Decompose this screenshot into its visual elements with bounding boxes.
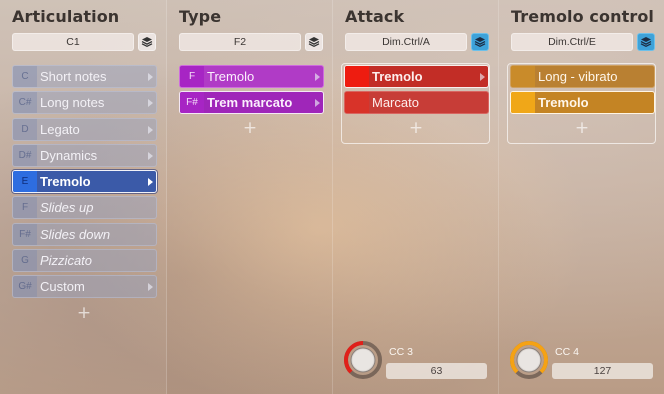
tremolo-control-cc-label: CC 4 <box>555 346 579 358</box>
color-swatch <box>345 92 369 114</box>
articulation-item-legato[interactable]: D Legato <box>12 117 157 141</box>
add-attack-plus-icon[interactable]: + <box>408 120 424 137</box>
attack-item-label: Tremolo <box>372 69 423 84</box>
articulation-column: Articulation C1 C Short notes C# Long no… <box>0 0 167 394</box>
attack-item-label: Marcato <box>372 95 419 111</box>
chevron-right-icon[interactable] <box>148 283 153 292</box>
articulation-layers-button[interactable] <box>138 33 156 51</box>
note-swatch: C# <box>13 92 37 114</box>
articulation-item-label: Pizzicato <box>40 253 93 269</box>
tremolo-control-item-label: Tremolo <box>538 95 589 111</box>
tremolo-control-list: Long - vibrato Tremolo <box>510 65 655 118</box>
tremolo-control-column: Tremolo control Dim.Ctrl/E Long - vibrat… <box>499 0 664 394</box>
chevron-right-icon[interactable] <box>315 99 320 108</box>
color-swatch <box>511 66 535 87</box>
articulation-item-dynamics[interactable]: D# Dynamics <box>12 143 157 167</box>
note-swatch: G <box>13 250 37 272</box>
tremolo-control-item-long-vibrato[interactable]: Long - vibrato <box>510 65 655 88</box>
articulation-item-slides-down[interactable]: F# Slides down <box>12 222 157 246</box>
chevron-right-icon[interactable] <box>148 125 153 134</box>
note-swatch: F# <box>13 223 37 245</box>
note-swatch: C <box>13 66 37 87</box>
chevron-right-icon[interactable] <box>315 73 320 81</box>
articulation-item-label: Legato <box>40 121 80 137</box>
articulation-list: C Short notes C# Long notes D Legato D# … <box>12 65 157 302</box>
attack-key-field[interactable]: Dim.Ctrl/A <box>345 33 467 51</box>
tremolo-control-title: Tremolo control <box>511 7 654 26</box>
chevron-right-icon[interactable] <box>148 73 153 81</box>
layers-icon <box>474 37 486 48</box>
layers-icon <box>640 37 652 48</box>
note-swatch: D# <box>13 144 37 166</box>
articulation-item-label: Slides up <box>40 200 94 216</box>
attack-layers-button[interactable] <box>471 33 489 51</box>
type-layers-button[interactable] <box>305 33 323 51</box>
note-swatch: G# <box>13 276 37 298</box>
attack-list: Tremolo Marcato <box>344 65 489 118</box>
add-tremolo-control-plus-icon[interactable]: + <box>574 120 590 137</box>
attack-cc-label: CC 3 <box>389 346 413 358</box>
type-column: Type F2 F Tremolo F# Trem marcato + <box>167 0 333 394</box>
attack-cc-value[interactable]: 63 <box>386 363 487 379</box>
chevron-right-icon[interactable] <box>480 73 485 81</box>
chevron-right-icon[interactable] <box>148 178 153 187</box>
articulation-item-label: Long notes <box>40 95 105 111</box>
articulation-item-tremolo[interactable]: E Tremolo <box>12 170 157 194</box>
knob-icon <box>344 341 382 379</box>
attack-title: Attack <box>345 7 405 26</box>
articulation-item-custom[interactable]: G# Custom <box>12 275 157 299</box>
chevron-right-icon[interactable] <box>148 151 153 160</box>
articulation-item-slides-up[interactable]: F Slides up <box>12 196 157 220</box>
chevron-right-icon[interactable] <box>148 99 153 108</box>
attack-item-marcato[interactable]: Marcato <box>344 91 489 115</box>
attack-knob[interactable] <box>343 340 383 380</box>
tremolo-control-group: Long - vibrato Tremolo + <box>507 63 656 144</box>
tremolo-control-cc-value[interactable]: 127 <box>552 363 653 379</box>
tremolo-control-key-field[interactable]: Dim.Ctrl/E <box>511 33 633 51</box>
articulation-item-label: Slides down <box>40 226 111 242</box>
articulation-item-long-notes[interactable]: C# Long notes <box>12 91 157 115</box>
type-list: F Tremolo F# Trem marcato <box>179 65 324 118</box>
articulation-key-field[interactable]: C1 <box>12 33 134 51</box>
type-item-trem-marcato[interactable]: F# Trem marcato <box>179 91 324 115</box>
articulation-item-short-notes[interactable]: C Short notes <box>12 65 157 88</box>
tremolo-control-item-label: Long - vibrato <box>538 69 618 84</box>
knob-icon <box>510 341 548 379</box>
type-item-label: Tremolo <box>207 69 255 84</box>
note-swatch: F <box>13 197 37 219</box>
articulation-item-label: Custom <box>40 279 85 295</box>
note-swatch: E <box>13 171 37 193</box>
attack-group: Tremolo Marcato + <box>341 63 490 144</box>
note-swatch: F <box>180 66 204 87</box>
color-swatch <box>345 66 369 87</box>
add-type-plus-icon[interactable]: + <box>242 120 258 137</box>
add-articulation-plus-icon[interactable]: + <box>76 305 92 322</box>
tremolo-control-item-tremolo[interactable]: Tremolo <box>510 91 655 115</box>
note-swatch: D <box>13 118 37 140</box>
articulation-title: Articulation <box>12 7 120 26</box>
tremolo-control-layers-button[interactable] <box>637 33 655 51</box>
layers-icon <box>308 37 320 48</box>
note-swatch: F# <box>180 92 204 114</box>
type-item-tremolo[interactable]: F Tremolo <box>179 65 324 88</box>
type-item-label: Trem marcato <box>207 95 293 111</box>
articulation-item-label: Dynamics <box>40 147 98 163</box>
attack-column: Attack Dim.Ctrl/A Tremolo Marcato + CC 3… <box>333 0 499 394</box>
color-swatch <box>511 92 535 114</box>
articulation-item-pizzicato[interactable]: G Pizzicato <box>12 249 157 273</box>
type-title: Type <box>179 7 222 26</box>
type-key-field[interactable]: F2 <box>179 33 301 51</box>
articulation-item-label: Short notes <box>40 69 107 84</box>
tremolo-control-knob[interactable] <box>509 340 549 380</box>
articulation-item-label: Tremolo <box>40 174 91 190</box>
attack-item-tremolo[interactable]: Tremolo <box>344 65 489 88</box>
layers-icon <box>141 37 153 48</box>
